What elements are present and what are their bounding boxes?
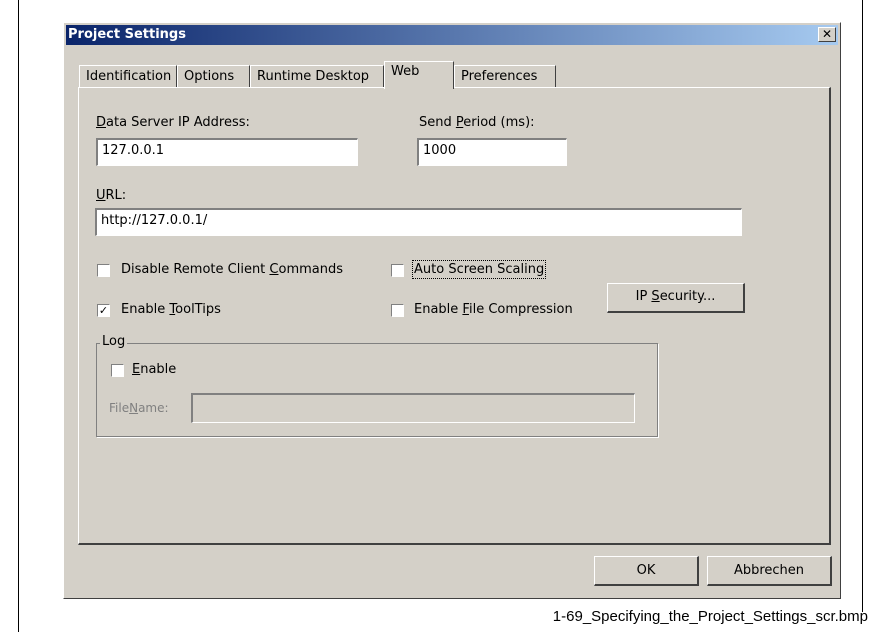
page-frame-left: [18, 0, 19, 632]
window-title: Project Settings: [68, 27, 186, 42]
ok-button[interactable]: OK: [594, 556, 699, 586]
tab-runtime-desktop[interactable]: Runtime Desktop: [250, 65, 384, 87]
tab-web[interactable]: Web: [384, 61, 454, 89]
page-frame-right: [862, 0, 863, 612]
tab-identification[interactable]: Identification: [79, 65, 177, 87]
project-settings-dialog: Project Settings ✕ Identification Option…: [63, 22, 841, 599]
close-icon: ✕: [821, 27, 833, 41]
figure-caption: 1-69_Specifying_the_Project_Settings_scr…: [552, 608, 868, 625]
tab-options[interactable]: Options: [177, 65, 250, 87]
tab-panel-web: [78, 87, 831, 545]
close-button[interactable]: ✕: [818, 27, 836, 42]
title-bar[interactable]: Project Settings ✕: [66, 25, 838, 45]
cancel-button[interactable]: Abbrechen: [707, 556, 832, 586]
tab-preferences[interactable]: Preferences: [454, 65, 556, 87]
